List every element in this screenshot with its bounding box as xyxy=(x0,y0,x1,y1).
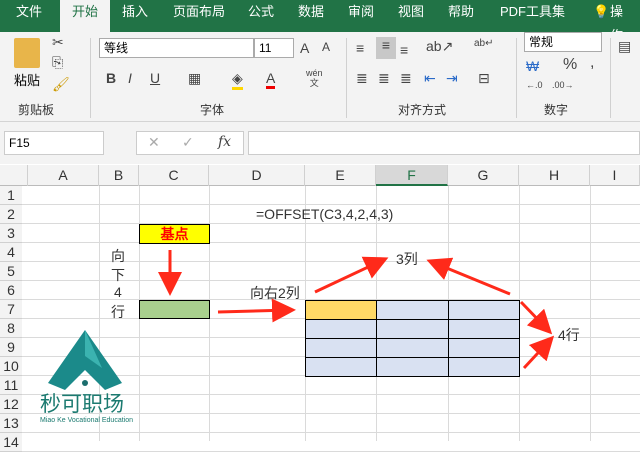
arrow-to-3cols-left xyxy=(314,256,389,294)
mountain-logo-icon xyxy=(48,330,122,390)
arrow-to-3cols-right xyxy=(426,257,511,296)
arrow-to-4rows-bottom xyxy=(522,335,555,370)
logo-name: 秒可职场 xyxy=(40,393,124,416)
arrow-right xyxy=(217,298,296,323)
logo: 秒可职场 Miao Ke Vocational Education xyxy=(40,328,134,428)
logo-subtitle: Miao Ke Vocational Education xyxy=(40,417,134,424)
arrow-to-4rows-top xyxy=(519,300,553,335)
